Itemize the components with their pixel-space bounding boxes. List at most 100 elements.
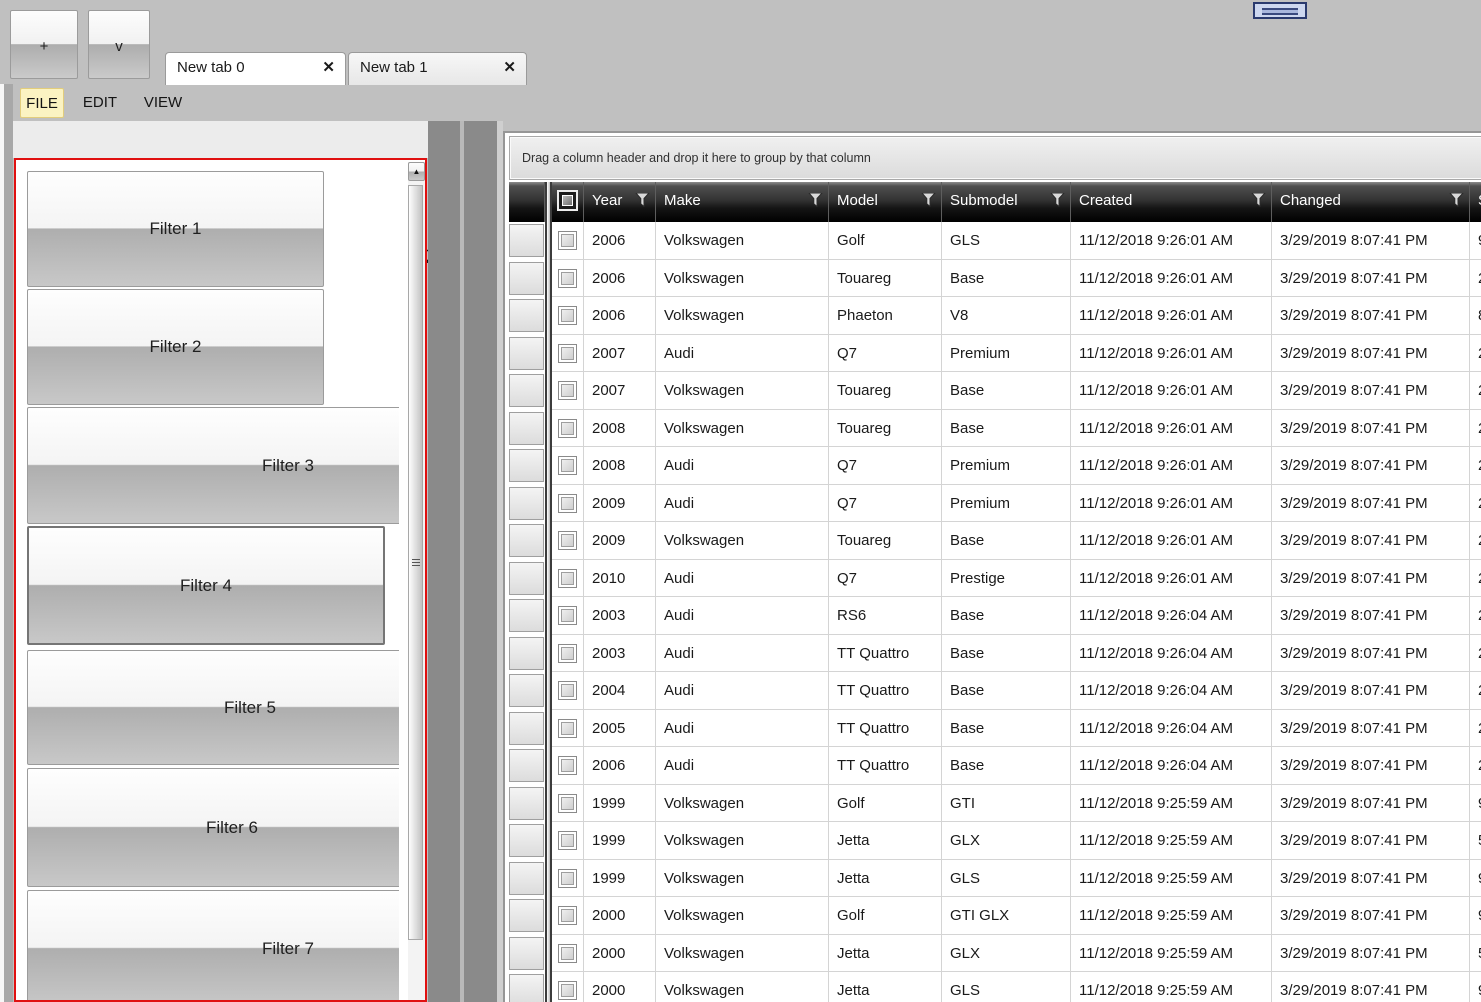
row-checkbox[interactable] [558, 343, 577, 363]
frozen-column-splitter[interactable] [545, 182, 552, 1002]
table-row[interactable]: 2006 Volkswagen Phaeton V8 11/12/2018 9:… [505, 297, 1481, 335]
row-header-cell[interactable] [509, 749, 544, 782]
column-header-changed[interactable]: Changed [1272, 182, 1470, 222]
filter-button-3[interactable]: Filter 3 [27, 407, 399, 524]
row-checkbox[interactable] [558, 981, 577, 1000]
table-row[interactable]: 2009 Audi Q7 Premium 11/12/2018 9:26:01 … [505, 484, 1481, 522]
tab-list-dropdown-button[interactable]: v [88, 10, 150, 79]
row-checkbox[interactable] [558, 756, 577, 775]
add-tab-button[interactable]: + [10, 10, 78, 79]
filter-button-7[interactable]: Filter 7 [27, 890, 399, 1000]
row-header-cell[interactable] [509, 224, 544, 257]
table-row[interactable]: 2000 Volkswagen Jetta GLS 11/12/2018 9:2… [505, 972, 1481, 1002]
row-header-cell[interactable] [509, 974, 544, 1002]
column-header-make[interactable]: Make [656, 182, 829, 222]
row-checkbox[interactable] [558, 231, 577, 250]
panel-grid-splitter[interactable] [428, 121, 497, 1002]
row-header-cell[interactable] [509, 374, 544, 407]
table-row[interactable]: 1999 Volkswagen Jetta GLS 11/12/2018 9:2… [505, 859, 1481, 897]
filter-button-4[interactable]: Filter 4 [27, 526, 385, 645]
row-checkbox[interactable] [558, 793, 577, 813]
table-row[interactable]: 2010 Audi Q7 Prestige 11/12/2018 9:26:01… [505, 559, 1481, 597]
menu-item-view[interactable]: VIEW [140, 88, 186, 118]
close-tab-icon[interactable]: ✕ [322, 58, 335, 76]
row-checkbox[interactable] [558, 831, 577, 850]
table-row[interactable]: 2006 Volkswagen Touareg Base 11/12/2018 … [505, 259, 1481, 297]
row-header-cell[interactable] [509, 449, 544, 482]
row-header-cell[interactable] [509, 636, 544, 670]
row-checkbox[interactable] [558, 456, 577, 475]
table-row[interactable]: 2006 Audi TT Quattro Base 11/12/2018 9:2… [505, 747, 1481, 785]
table-row[interactable]: 2000 Volkswagen Jetta GLX 11/12/2018 9:2… [505, 934, 1481, 972]
table-row[interactable]: 2005 Audi TT Quattro Base 11/12/2018 9:2… [505, 709, 1481, 747]
row-checkbox[interactable] [558, 306, 577, 325]
row-header-cell[interactable] [509, 899, 544, 932]
select-all-header-cell[interactable] [552, 182, 584, 222]
row-checkbox[interactable] [558, 568, 577, 588]
table-row[interactable]: 1999 Volkswagen Jetta GLX 11/12/2018 9:2… [505, 822, 1481, 860]
filter-button-2[interactable]: Filter 2 [27, 289, 324, 405]
filter-funnel-icon[interactable] [1449, 193, 1464, 207]
filter-panel-scrollbar[interactable]: ▲ [408, 162, 425, 1000]
row-checkbox[interactable] [558, 906, 577, 925]
tab-new-tab-0[interactable]: New tab 0 ✕ [165, 52, 346, 85]
row-header-cell[interactable] [509, 711, 544, 745]
filter-funnel-icon[interactable] [635, 193, 650, 207]
filter-button-6[interactable]: Filter 6 [27, 768, 399, 887]
row-header-cell[interactable] [509, 561, 544, 595]
row-checkbox[interactable] [558, 606, 577, 625]
table-row[interactable]: 2004 Audi TT Quattro Base 11/12/2018 9:2… [505, 672, 1481, 710]
row-checkbox[interactable] [558, 531, 577, 550]
row-header-cell[interactable] [509, 861, 544, 895]
row-header-cell[interactable] [509, 411, 544, 445]
row-header-cell[interactable] [509, 599, 544, 632]
table-row[interactable]: 2007 Volkswagen Touareg Base 11/12/2018 … [505, 372, 1481, 410]
row-header-cell[interactable] [509, 674, 544, 707]
filter-funnel-icon[interactable] [1251, 193, 1266, 207]
menu-item-edit[interactable]: EDIT [82, 88, 118, 118]
table-row[interactable]: 2008 Volkswagen Touareg Base 11/12/2018 … [505, 409, 1481, 447]
table-row[interactable]: 2009 Volkswagen Touareg Base 11/12/2018 … [505, 522, 1481, 560]
table-row[interactable]: 2008 Audi Q7 Premium 11/12/2018 9:26:01 … [505, 447, 1481, 485]
row-checkbox[interactable] [558, 868, 577, 888]
filter-funnel-icon[interactable] [1050, 193, 1065, 207]
table-row[interactable]: 2003 Audi RS6 Base 11/12/2018 9:26:04 AM… [505, 597, 1481, 635]
row-checkbox[interactable] [558, 943, 577, 963]
table-row[interactable]: 2007 Audi Q7 Premium 11/12/2018 9:26:01 … [505, 334, 1481, 372]
close-tab-icon[interactable]: ✕ [503, 58, 516, 76]
scrollbar-up-icon[interactable]: ▲ [408, 162, 425, 181]
tab-new-tab-1[interactable]: New tab 1 ✕ [348, 52, 527, 85]
column-header-partial[interactable]: S [1470, 182, 1481, 222]
row-header-cell[interactable] [509, 261, 544, 295]
column-header-model[interactable]: Model [829, 182, 942, 222]
filter-button-1[interactable]: Filter 1 [27, 171, 324, 287]
row-checkbox[interactable] [558, 493, 577, 513]
filter-button-5[interactable]: Filter 5 [27, 650, 399, 765]
table-row[interactable]: 2003 Audi TT Quattro Base 11/12/2018 9:2… [505, 634, 1481, 672]
table-row[interactable]: 2006 Volkswagen Golf GLS 11/12/2018 9:26… [505, 222, 1481, 260]
menu-item-file[interactable]: FILE [20, 88, 64, 118]
row-header-cell[interactable] [509, 824, 544, 857]
table-row[interactable]: 1999 Volkswagen Golf GTI 11/12/2018 9:25… [505, 784, 1481, 822]
row-checkbox[interactable] [558, 418, 577, 438]
row-header-cell[interactable] [509, 936, 544, 970]
select-all-checkbox[interactable] [557, 190, 578, 211]
filter-funnel-icon[interactable] [808, 193, 823, 207]
table-row[interactable]: 2000 Volkswagen Golf GTI GLX 11/12/2018 … [505, 897, 1481, 935]
group-by-drop-area[interactable]: Drag a column header and drop it here to… [509, 136, 1481, 180]
row-checkbox[interactable] [558, 681, 577, 700]
column-header-year[interactable]: Year [584, 182, 656, 222]
row-checkbox[interactable] [558, 268, 577, 288]
filter-funnel-icon[interactable] [921, 193, 936, 207]
scrollbar-thumb[interactable] [408, 185, 423, 940]
row-checkbox[interactable] [558, 381, 577, 400]
row-header-cell[interactable] [509, 786, 544, 820]
row-header-cell[interactable] [509, 486, 544, 520]
row-header-cell[interactable] [509, 299, 544, 332]
row-checkbox[interactable] [558, 718, 577, 738]
row-header-cell[interactable] [509, 336, 544, 370]
row-header-cell[interactable] [509, 524, 544, 557]
row-checkbox[interactable] [558, 643, 577, 663]
column-header-submodel[interactable]: Submodel [942, 182, 1071, 222]
column-header-created[interactable]: Created [1071, 182, 1272, 222]
